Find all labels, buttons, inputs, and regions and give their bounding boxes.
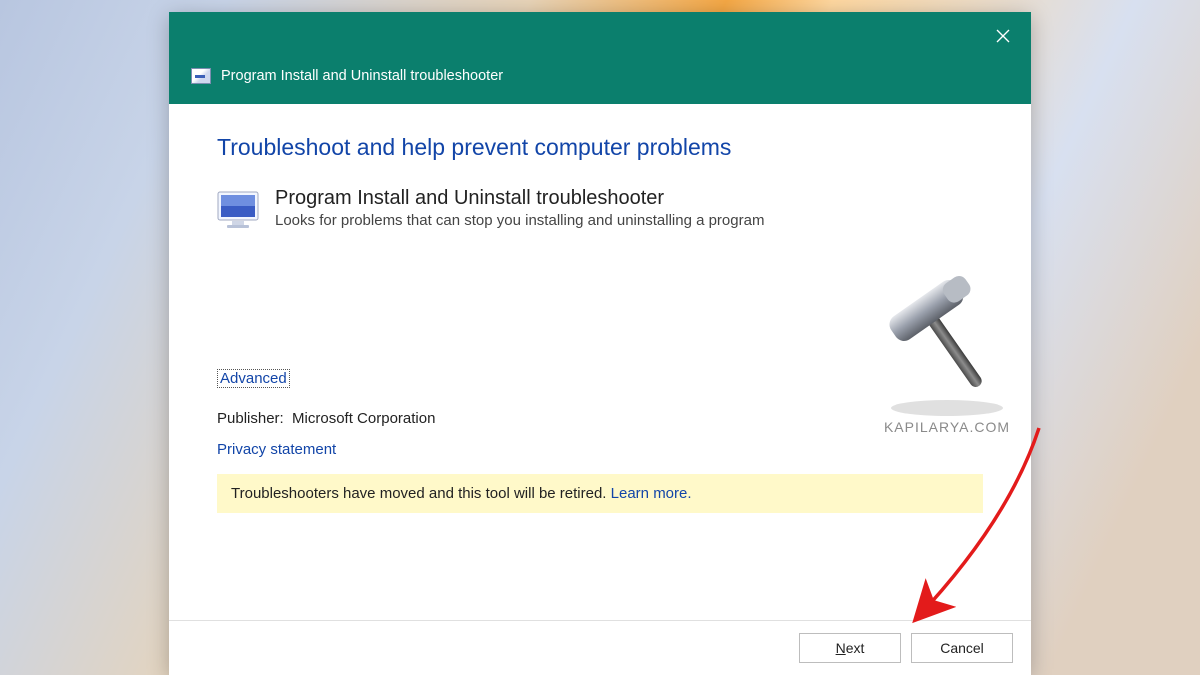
- publisher-name: Microsoft Corporation: [292, 410, 435, 427]
- retirement-notice: Troubleshooters have moved and this tool…: [217, 474, 983, 513]
- privacy-link[interactable]: Privacy statement: [217, 441, 983, 458]
- next-button[interactable]: Next: [799, 633, 901, 663]
- troubleshooter-dialog: Program Install and Uninstall troublesho…: [169, 12, 1031, 675]
- watermark: KAPILARYA.COM: [867, 260, 1027, 435]
- dialog-title: Program Install and Uninstall troublesho…: [221, 68, 503, 84]
- dialog-footer: Next Cancel: [169, 620, 1031, 675]
- titlebar: Program Install and Uninstall troublesho…: [169, 12, 1031, 104]
- publisher-line: Publisher: Microsoft Corporation: [217, 410, 983, 427]
- page-heading: Troubleshoot and help prevent computer p…: [217, 134, 983, 161]
- cancel-button[interactable]: Cancel: [911, 633, 1013, 663]
- troubleshooter-icon: [191, 68, 211, 84]
- program-row: Program Install and Uninstall troublesho…: [217, 187, 983, 229]
- close-icon: [996, 29, 1010, 43]
- content-area: Troubleshoot and help prevent computer p…: [169, 104, 1031, 620]
- title-row: Program Install and Uninstall troublesho…: [191, 68, 503, 84]
- next-label: ext: [846, 640, 865, 656]
- monitor-icon: [217, 191, 259, 229]
- hammer-icon: [867, 260, 1027, 420]
- notice-text: Troubleshooters have moved and this tool…: [231, 485, 611, 502]
- publisher-label: Publisher:: [217, 410, 284, 427]
- program-title: Program Install and Uninstall troublesho…: [275, 187, 764, 210]
- program-text: Program Install and Uninstall troublesho…: [275, 187, 764, 229]
- learn-more-link[interactable]: Learn more.: [611, 485, 692, 502]
- close-button[interactable]: [989, 22, 1017, 50]
- program-description: Looks for problems that can stop you ins…: [275, 212, 764, 229]
- advanced-link[interactable]: Advanced: [217, 369, 290, 388]
